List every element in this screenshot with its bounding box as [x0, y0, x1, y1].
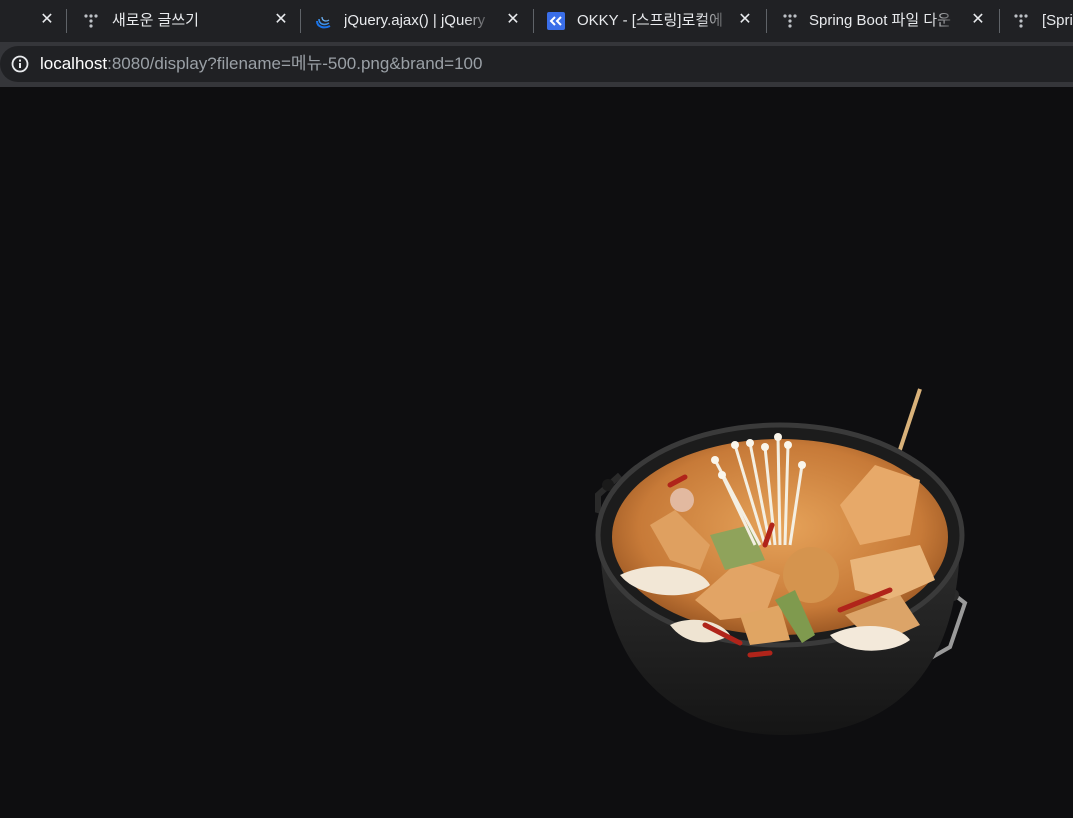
tab-title: 새로운 글쓰기 — [112, 12, 199, 29]
tab-title: jQuery.ajax() | jQuery — [344, 12, 486, 29]
tab-jquery-ajax[interactable]: jQuery.ajax() | jQuery ✕ — [301, 0, 533, 42]
url-host: localhost — [40, 54, 108, 73]
address-bar[interactable]: localhost:8080/display?filename=메뉴-500.p… — [0, 46, 1073, 82]
hotpot-image — [595, 388, 968, 735]
tab-title: [Spri — [1042, 12, 1073, 29]
tab-new-post[interactable]: 새로운 글쓰기 ✕ — [67, 0, 300, 42]
page-content — [0, 87, 1073, 818]
info-icon[interactable] — [11, 55, 29, 73]
jquery-logo-icon — [316, 16, 331, 29]
close-icon[interactable]: ✕ — [504, 11, 522, 29]
dots-logo-icon — [783, 14, 797, 28]
dots-logo-icon — [84, 14, 98, 28]
tab-strip: ✕ 새로운 글쓰기 ✕ jQuery.ajax() | jQuery ✕ OKK… — [0, 0, 1073, 42]
tab-spring[interactable]: [Spri — [1000, 0, 1073, 42]
close-icon[interactable]: ✕ — [736, 11, 754, 29]
close-icon[interactable]: ✕ — [272, 11, 290, 29]
close-icon[interactable]: ✕ — [969, 11, 987, 29]
tab-spring-boot-download[interactable]: Spring Boot 파일 다운 ✕ — [767, 0, 999, 42]
close-icon[interactable]: ✕ — [38, 11, 56, 29]
url-text[interactable]: localhost:8080/display?filename=메뉴-500.p… — [40, 54, 482, 74]
tab-okky[interactable]: OKKY - [스프링]로컬에 ✕ — [534, 0, 766, 42]
okky-logo-icon — [547, 12, 565, 30]
dots-logo-icon — [1014, 14, 1028, 28]
browser-toolbar: localhost:8080/display?filename=메뉴-500.p… — [0, 42, 1073, 87]
url-path: :8080/display?filename=메뉴-500.png&brand=… — [107, 54, 483, 73]
tab-title: OKKY - [스프링]로컬에 — [577, 12, 723, 29]
tab-title: Spring Boot 파일 다운 — [809, 12, 951, 29]
